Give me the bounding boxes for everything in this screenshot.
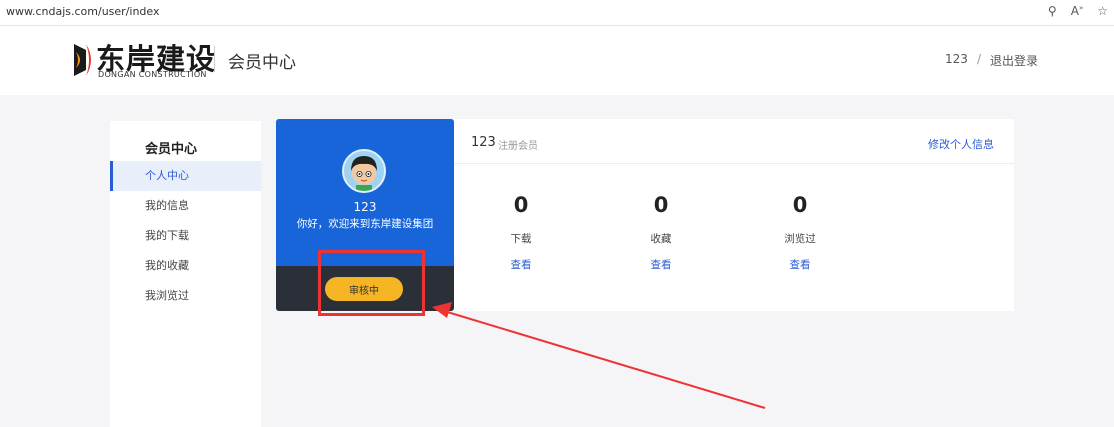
header-user-links: 123 / 退出登录 (945, 52, 1038, 69)
page-title: 会员中心 (228, 53, 296, 73)
stat-downloads: 0 下载 查看 (481, 193, 561, 272)
sidebar-nav: 个人中心 我的信息 我的下载 我的收藏 我浏览过 (110, 161, 261, 311)
sidebar-title: 会员中心 (145, 142, 198, 157)
avatar (342, 149, 386, 193)
header-separator: / (976, 52, 981, 66)
stats-username: 123 (471, 135, 496, 150)
avatar-boy-icon (351, 156, 377, 191)
header-divider (214, 46, 215, 72)
browser-address-bar: www.cndajs.com/user/index ⚲ A» ☆ (0, 0, 1114, 26)
profile-name: 123 (353, 200, 377, 214)
stats-panel: 123 注册会员 修改个人信息 0 下载 查看 0 收藏 查看 0 浏览过 查看 (454, 119, 1014, 311)
sidebar: 会员中心 个人中心 我的信息 我的下载 我的收藏 我浏览过 (110, 121, 261, 427)
key-icon[interactable]: ⚲ (1048, 4, 1057, 18)
view-browsed-link[interactable]: 查看 (760, 257, 840, 272)
edit-profile-link[interactable]: 修改个人信息 (928, 136, 994, 152)
address-url[interactable]: www.cndajs.com/user/index (6, 5, 160, 18)
stat-label: 浏览过 (784, 233, 816, 245)
sidebar-item-my-favorites[interactable]: 我的收藏 (110, 251, 261, 281)
sidebar-item-my-downloads[interactable]: 我的下载 (110, 221, 261, 251)
stat-favorites: 0 收藏 查看 (621, 193, 701, 272)
annotation-highlight-box (318, 250, 425, 316)
profile-card-top: 123 你好，欢迎来到东岸建设集团 (276, 119, 454, 266)
username-link[interactable]: 123 (945, 52, 968, 69)
stat-label: 收藏 (650, 233, 672, 245)
stat-value: 0 (653, 193, 669, 217)
profile-welcome: 你好，欢迎来到东岸建设集团 (296, 218, 434, 230)
stat-label: 下载 (510, 233, 532, 245)
sidebar-item-browsed[interactable]: 我浏览过 (110, 281, 261, 311)
logo-text-en: DONGAN CONSTRUCTION (98, 70, 207, 79)
sidebar-item-my-info[interactable]: 我的信息 (110, 191, 261, 221)
logout-link[interactable]: 退出登录 (990, 52, 1038, 69)
logo-mark-icon (74, 44, 91, 76)
member-role-label: 注册会员 (498, 141, 538, 152)
stats-header: 123 注册会员 修改个人信息 (454, 119, 1014, 164)
view-downloads-link[interactable]: 查看 (481, 257, 561, 272)
stat-browsed: 0 浏览过 查看 (760, 193, 840, 272)
site-logo[interactable]: 东岸建设 DONGAN CONSTRUCTION (70, 38, 215, 82)
favorite-star-icon[interactable]: ☆ (1097, 4, 1108, 18)
read-aloud-icon[interactable]: A» (1071, 4, 1084, 18)
browser-toolbar: ⚲ A» ☆ (1048, 4, 1108, 18)
stat-value: 0 (792, 193, 808, 217)
view-favorites-link[interactable]: 查看 (621, 257, 701, 272)
stat-value: 0 (513, 193, 529, 217)
sidebar-item-personal-center[interactable]: 个人中心 (110, 161, 261, 191)
site-header: 东岸建设 DONGAN CONSTRUCTION 会员中心 123 / 退出登录 (0, 26, 1114, 95)
